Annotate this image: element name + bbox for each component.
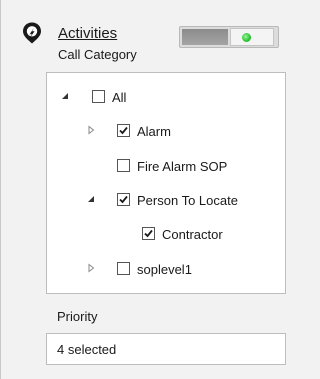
tree-item-label-soplevel1: soplevel1: [137, 262, 192, 277]
tree-item-label-person-to-locate: Person To Locate: [137, 193, 238, 208]
tree-item-label-alarm: Alarm: [137, 124, 171, 139]
tree-item-label-contractor: Contractor: [162, 227, 223, 242]
checkbox-person-to-locate[interactable]: [117, 193, 130, 206]
call-category-label: Call Category: [58, 47, 137, 62]
checkbox-contractor[interactable]: [142, 227, 155, 240]
checkbox-all[interactable]: [92, 90, 105, 103]
priority-label: Priority: [57, 309, 98, 324]
activities-toggle-switch[interactable]: [179, 26, 279, 48]
tree-collapsed-arrow-icon[interactable]: [85, 262, 97, 274]
tree-expanded-arrow-icon[interactable]: [85, 193, 97, 205]
priority-selected-value: 4 selected: [57, 342, 117, 357]
call-category-tree: All Alarm Fire Alarm SOP Person To Locat…: [46, 72, 286, 294]
activities-title-link[interactable]: Activities: [58, 25, 117, 42]
filter-panel: Activities Call Category All Alarm Fire …: [0, 0, 286, 379]
location-pin-icon: [21, 21, 43, 45]
tree-expanded-arrow-icon[interactable]: [59, 90, 71, 102]
toggle-track: [182, 29, 228, 45]
checkbox-fire-alarm-sop[interactable]: [117, 159, 130, 172]
tree-collapsed-arrow-icon[interactable]: [85, 124, 97, 136]
checkbox-alarm[interactable]: [117, 124, 130, 137]
tree-item-label-all: All: [112, 90, 127, 105]
priority-select[interactable]: 4 selected: [46, 333, 286, 365]
status-indicator-icon: [242, 33, 251, 42]
checkbox-soplevel1[interactable]: [117, 262, 130, 275]
tree-item-label-fire-alarm-sop: Fire Alarm SOP: [137, 159, 228, 174]
toggle-knob: [230, 28, 274, 46]
